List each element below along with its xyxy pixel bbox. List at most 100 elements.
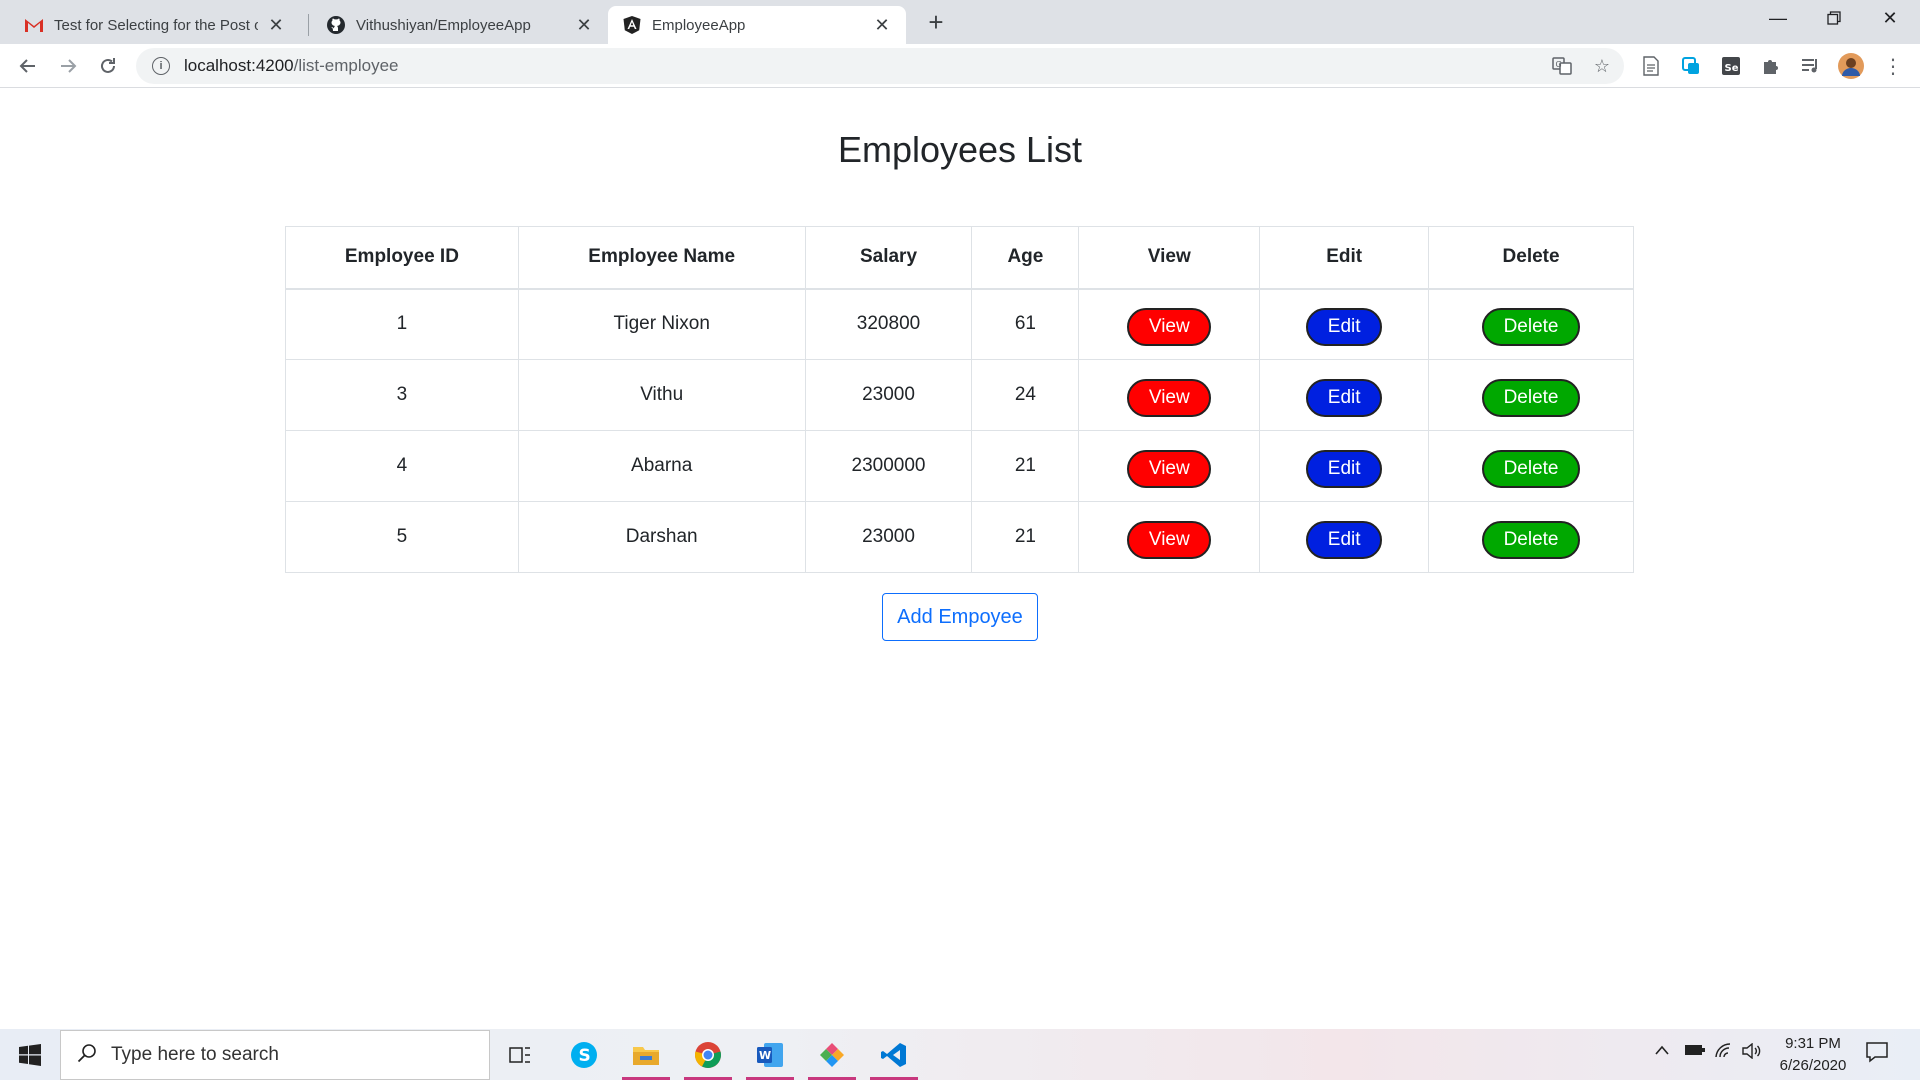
table-row: 1 Tiger Nixon 320800 61 View Edit Delete <box>285 288 1634 360</box>
translate-icon[interactable]: G <box>1548 52 1576 80</box>
restore-icon[interactable] <box>1806 0 1862 36</box>
vscode-icon[interactable] <box>864 1029 924 1080</box>
table-row: 4 Abarna 2300000 21 View Edit Delete <box>285 430 1634 502</box>
clock-date: 6/26/2020 <box>1779 1057 1847 1074</box>
column-header: Edit <box>1259 226 1430 290</box>
column-header: Salary <box>804 226 973 290</box>
close-icon[interactable]: ✕ <box>574 15 594 35</box>
show-hidden-icons-icon[interactable] <box>1654 1043 1670 1061</box>
age-cell: 21 <box>971 430 1080 502</box>
delete-button[interactable]: Delete <box>1482 379 1581 417</box>
employee-name-cell: Tiger Nixon <box>517 288 806 360</box>
age-cell: 21 <box>971 501 1080 573</box>
document-extension-icon[interactable] <box>1638 53 1664 79</box>
column-header: Employee Name <box>517 226 806 290</box>
chrome-icon[interactable] <box>678 1029 738 1080</box>
back-icon[interactable] <box>12 50 44 82</box>
notifications-icon[interactable] <box>1866 1041 1888 1068</box>
salary-cell: 2300000 <box>804 430 973 502</box>
battery-icon[interactable] <box>1684 1043 1706 1062</box>
extensions-puzzle-icon[interactable] <box>1758 53 1784 79</box>
delete-button[interactable]: Delete <box>1482 450 1581 488</box>
tab-title: Test for Selecting for the Post of <box>54 16 258 34</box>
info-icon[interactable]: i <box>152 57 170 75</box>
employee-id-cell: 3 <box>285 359 519 431</box>
view-button[interactable]: View <box>1127 379 1212 417</box>
view-cell: View <box>1078 501 1261 573</box>
tab-employeeapp[interactable]: EmployeeApp ✕ <box>608 6 906 44</box>
age-cell: 24 <box>971 359 1080 431</box>
edit-cell: Edit <box>1259 288 1430 360</box>
delete-cell: Delete <box>1428 430 1634 502</box>
employees-table: Employee ID Employee Name Salary Age Vie… <box>285 226 1634 573</box>
profile-avatar[interactable] <box>1838 53 1864 79</box>
delete-button[interactable]: Delete <box>1482 521 1581 559</box>
page-content: Employees List Employee ID Employee Name… <box>0 89 1920 1029</box>
taskbar: Type here to search S W 9:31 PM 6/26/202… <box>0 1029 1920 1080</box>
edit-button[interactable]: Edit <box>1306 521 1383 559</box>
address-bar[interactable]: i localhost:4200/list-employee <box>136 48 1624 84</box>
browser-toolbar: i localhost:4200/list-employee G ☆ Se ⋮ <box>0 44 1920 88</box>
age-cell: 61 <box>971 288 1080 360</box>
tab-gmail[interactable]: Test for Selecting for the Post of ✕ <box>10 6 300 44</box>
volume-icon[interactable] <box>1742 1042 1762 1064</box>
close-icon[interactable]: ✕ <box>266 15 286 35</box>
screen-capture-extension-icon[interactable] <box>1678 53 1704 79</box>
media-playlist-icon[interactable] <box>1798 53 1824 79</box>
task-view-icon[interactable] <box>490 1029 550 1080</box>
gitkraken-icon[interactable] <box>802 1029 862 1080</box>
clock-time: 9:31 PM <box>1785 1035 1841 1052</box>
url-text: localhost:4200/list-employee <box>184 56 399 76</box>
tab-title: EmployeeApp <box>652 16 746 34</box>
url-path: /list-employee <box>293 56 399 75</box>
employee-name-cell: Darshan <box>517 501 806 573</box>
table-row: 3 Vithu 23000 24 View Edit Delete <box>285 359 1634 431</box>
angular-icon <box>622 15 642 35</box>
close-window-icon[interactable]: ✕ <box>1862 0 1918 36</box>
url-host: localhost:4200 <box>184 56 294 75</box>
more-menu-icon[interactable]: ⋮ <box>1880 53 1906 79</box>
wifi-icon[interactable] <box>1714 1043 1734 1064</box>
edit-button[interactable]: Edit <box>1306 379 1383 417</box>
employee-id-cell: 4 <box>285 430 519 502</box>
delete-button[interactable]: Delete <box>1482 308 1581 347</box>
edit-cell: Edit <box>1259 359 1430 431</box>
view-cell: View <box>1078 430 1261 502</box>
edit-cell: Edit <box>1259 430 1430 502</box>
delete-cell: Delete <box>1428 359 1634 431</box>
salary-cell: 23000 <box>804 501 973 573</box>
windows-start-icon[interactable] <box>0 1029 60 1080</box>
tab-github[interactable]: Vithushiyan/EmployeeApp ✕ <box>312 6 608 44</box>
tab-separator <box>308 14 309 36</box>
github-icon <box>326 15 346 35</box>
column-header: Delete <box>1428 226 1634 290</box>
new-tab-button[interactable]: + <box>922 7 950 37</box>
minimize-icon[interactable]: — <box>1750 0 1806 36</box>
bookmark-star-icon[interactable]: ☆ <box>1588 52 1616 80</box>
svg-text:Se: Se <box>1725 63 1739 74</box>
tab-title: Vithushiyan/EmployeeApp <box>356 16 531 34</box>
employee-name-cell: Abarna <box>517 430 806 502</box>
taskbar-search-input[interactable]: Type here to search <box>60 1030 490 1080</box>
reload-icon[interactable] <box>92 50 124 82</box>
close-icon[interactable]: ✕ <box>872 15 892 35</box>
skype-icon[interactable]: S <box>554 1029 614 1080</box>
file-explorer-icon[interactable] <box>616 1029 676 1080</box>
salary-cell: 23000 <box>804 359 973 431</box>
add-employee-button[interactable]: Add Empoyee <box>882 593 1038 641</box>
svg-text:G: G <box>1556 60 1562 69</box>
forward-icon[interactable] <box>52 50 84 82</box>
selenium-extension-icon[interactable]: Se <box>1718 53 1744 79</box>
view-button[interactable]: View <box>1127 308 1212 347</box>
edit-button[interactable]: Edit <box>1306 450 1383 488</box>
search-icon <box>77 1043 97 1068</box>
search-placeholder: Type here to search <box>111 1044 279 1065</box>
word-icon[interactable]: W <box>740 1029 800 1080</box>
view-button[interactable]: View <box>1127 521 1212 559</box>
taskbar-clock[interactable]: 9:31 PM 6/26/2020 <box>1768 1033 1858 1077</box>
employee-id-cell: 5 <box>285 501 519 573</box>
edit-button[interactable]: Edit <box>1306 308 1383 347</box>
table-header-row: Employee ID Employee Name Salary Age Vie… <box>285 226 1634 290</box>
svg-text:W: W <box>759 1049 771 1062</box>
view-button[interactable]: View <box>1127 450 1212 488</box>
